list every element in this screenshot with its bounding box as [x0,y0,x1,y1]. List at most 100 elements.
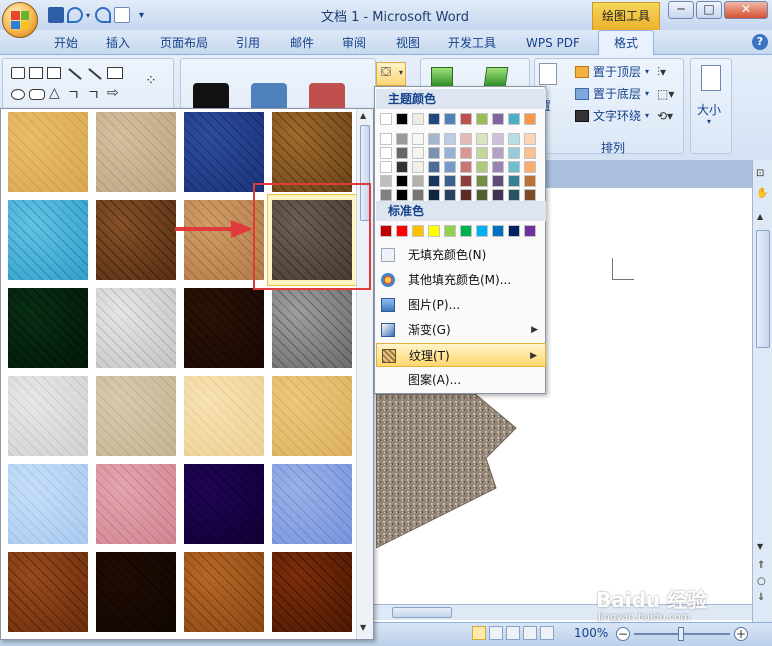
textured-shape[interactable] [376,388,526,548]
theme-color-swatch[interactable] [444,161,456,173]
theme-color-swatch[interactable] [428,113,440,125]
send-to-back-button[interactable]: 置于底层 ▾ [575,85,649,102]
theme-color-swatch[interactable] [476,189,488,201]
theme-color-swatch[interactable] [412,113,424,125]
right-arrow-shape-icon[interactable]: ⇨ [107,85,119,101]
theme-color-swatch[interactable] [380,113,392,125]
theme-color-swatch[interactable] [396,161,408,173]
theme-color-swatch[interactable] [460,161,472,173]
theme-color-swatch[interactable] [396,147,408,159]
theme-color-swatch[interactable] [444,175,456,187]
theme-color-swatch[interactable] [428,147,440,159]
zoom-slider-thumb[interactable] [678,627,684,641]
tab-references[interactable]: 引用 [236,32,260,54]
texture-tile-paper-bag[interactable] [96,200,176,280]
texture-tile-white-marble[interactable] [96,288,176,368]
rectangle-shape-icon[interactable] [107,67,123,79]
theme-color-swatch[interactable] [476,175,488,187]
arrow-shape-icon[interactable] [88,68,102,80]
theme-color-swatch[interactable] [492,175,504,187]
theme-color-swatch[interactable] [492,133,504,145]
theme-color-swatch[interactable] [428,161,440,173]
tab-view[interactable]: 视图 [396,32,420,54]
theme-color-swatch[interactable] [444,133,456,145]
theme-color-swatch[interactable] [460,189,472,201]
theme-color-swatch[interactable] [428,189,440,201]
customize-qat-icon[interactable]: ▾ [139,10,147,21]
theme-color-swatch[interactable] [524,161,536,173]
theme-color-swatch[interactable] [508,161,520,173]
theme-color-swatch[interactable] [508,113,520,125]
chevron-down-icon[interactable]: ▾ [86,11,92,20]
texture-tile-oak[interactable] [184,552,264,632]
theme-color-swatch[interactable] [524,175,536,187]
new-document-icon[interactable] [114,7,130,23]
menu-item-picture[interactable]: 图片(P)... [376,293,546,317]
texture-tile-woven-mat[interactable] [272,112,352,192]
theme-color-swatch[interactable] [460,133,472,145]
theme-color-swatch[interactable] [380,161,392,173]
theme-color-swatch[interactable] [380,133,392,145]
texture-tile-denim[interactable] [184,112,264,192]
text-wrapping-button[interactable]: 文字环绕 ▾ [575,107,649,124]
texture-tile-newsprint[interactable] [8,376,88,456]
menu-item-pattern[interactable]: 图案(A)... [376,368,546,392]
office-button[interactable] [2,2,38,38]
scroll-down-icon[interactable]: ▼ [757,542,763,551]
draft-view-icon[interactable] [540,626,554,640]
texture-tile-walnut[interactable] [96,552,176,632]
menu-item-palette[interactable]: 其他填充颜色(M)... [376,268,546,292]
full-screen-reading-icon[interactable] [489,626,503,640]
texture-tile-stationery[interactable] [272,376,352,456]
close-button[interactable]: ✕ [724,1,768,19]
texture-tile-purple-mesh[interactable] [184,464,264,544]
scroll-down-icon[interactable]: ▼ [360,623,366,632]
theme-color-swatch[interactable] [412,133,424,145]
theme-color-swatch[interactable] [476,113,488,125]
align-icon[interactable]: ⫶▾ [657,65,666,80]
texture-tile-cork[interactable] [8,552,88,632]
theme-color-swatch[interactable] [380,175,392,187]
triangle-shape-icon[interactable]: △ [49,85,60,101]
bring-to-front-button[interactable]: 置于顶层 ▾ [575,63,649,80]
textbox-shape-icon[interactable] [29,67,43,79]
pan-hand-icon[interactable]: ✋ [756,188,768,199]
shape-style-blue[interactable] [251,83,287,111]
elbow-connector-icon[interactable]: ㄱ [67,85,80,105]
help-icon[interactable]: ? [752,34,768,50]
texture-tile-medium-wood[interactable] [272,552,352,632]
theme-color-swatch[interactable] [380,189,392,201]
theme-color-swatch[interactable] [524,147,536,159]
theme-color-swatch[interactable] [412,147,424,159]
size-icon[interactable] [701,65,721,91]
3d-effects-icon[interactable] [483,67,509,87]
standard-color-swatch[interactable] [476,225,488,237]
theme-color-swatch[interactable] [444,189,456,201]
menu-item-texture[interactable]: 纹理(T) ▶ [376,343,546,367]
tab-developer[interactable]: 开发工具 [448,32,496,54]
scroll-up-icon[interactable]: ▲ [360,111,366,120]
theme-color-swatch[interactable] [476,161,488,173]
save-icon[interactable] [48,7,64,23]
theme-color-swatch[interactable] [428,133,440,145]
texture-tile-bouquet[interactable] [272,464,352,544]
standard-color-swatch[interactable] [380,225,392,237]
theme-color-swatch[interactable] [476,147,488,159]
size-label[interactable]: 大小 [697,101,721,118]
theme-color-swatch[interactable] [460,147,472,159]
browse-object-icon[interactable]: ○ [757,576,766,587]
standard-color-swatch[interactable] [460,225,472,237]
standard-color-swatch[interactable] [492,225,504,237]
theme-color-swatch[interactable] [476,133,488,145]
texture-tile-recycled-paper[interactable] [96,376,176,456]
tab-format[interactable]: 格式 [598,30,654,55]
theme-color-swatch[interactable] [460,113,472,125]
vertical-scroll-thumb[interactable] [756,230,770,348]
horizontal-scroll-thumb[interactable] [392,607,452,618]
theme-color-swatch[interactable] [396,189,408,201]
theme-color-swatch[interactable] [396,133,408,145]
position-icon[interactable] [539,63,557,85]
theme-color-swatch[interactable] [508,189,520,201]
chevron-down-icon[interactable]: ▾ [707,117,711,126]
theme-color-swatch[interactable] [524,113,536,125]
